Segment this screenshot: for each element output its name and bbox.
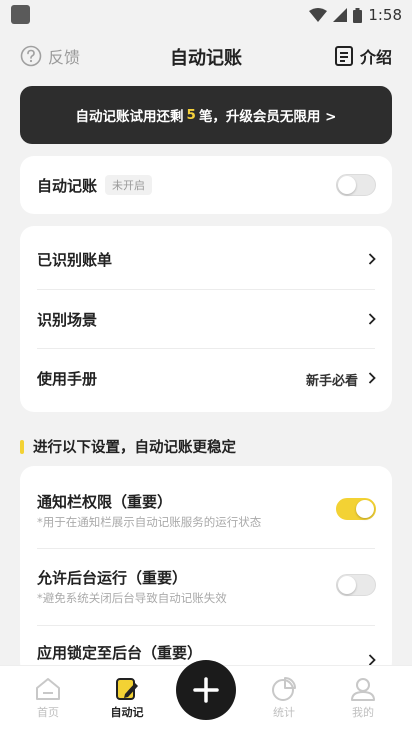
- edit-note-icon: [116, 678, 138, 700]
- background-running-toggle[interactable]: [336, 574, 376, 596]
- auto-bookkeeping-toggle[interactable]: [336, 174, 376, 196]
- tab-profile[interactable]: 我的: [333, 676, 393, 720]
- setting-background-running[interactable]: 允许后台运行（重要） *避免系统关闭后台导致自动记账失效: [20, 549, 392, 625]
- toggle-knob: [338, 176, 356, 194]
- setting-title: 通知栏权限（重要）: [37, 493, 173, 511]
- notification-icon: [11, 5, 30, 24]
- banner-text-before: 自动记账试用还剩: [75, 109, 184, 125]
- tab-statistics[interactable]: 统计: [254, 676, 314, 720]
- auto-bookkeeping-card: 自动记账 未开启: [20, 156, 392, 214]
- manual-hint: 新手必看: [305, 374, 358, 389]
- toggle-knob: [356, 500, 374, 518]
- list-item-recognition-scenes[interactable]: 识别场景: [20, 290, 392, 348]
- setting-notification-permission[interactable]: 通知栏权限（重要） *用于在通知栏展示自动记账服务的运行状态: [20, 466, 392, 548]
- status-time: 1:58: [368, 6, 402, 24]
- section-title: 进行以下设置，自动记账更稳定: [20, 436, 236, 457]
- setting-title: 允许后台运行（重要）: [37, 569, 188, 587]
- banner-text-after: 笔，升级会员无限用 >: [198, 109, 337, 125]
- chevron-right-icon: [368, 313, 376, 325]
- person-icon: [351, 678, 375, 701]
- setting-description: *避免系统关闭后台导致自动记账失效: [37, 591, 227, 605]
- tab-home[interactable]: 首页: [18, 676, 78, 720]
- intro-button[interactable]: 介绍: [334, 44, 392, 68]
- setting-title: 应用锁定至后台（重要）: [37, 644, 203, 662]
- notification-permission-toggle[interactable]: [336, 498, 376, 520]
- tab-label: 首页: [37, 706, 59, 719]
- tab-label: 我的: [352, 706, 374, 719]
- battery-icon: [353, 7, 363, 23]
- settings-card: 通知栏权限（重要） *用于在通知栏展示自动记账服务的运行状态 允许后台运行（重要…: [20, 466, 392, 676]
- tab-label: 自动记: [110, 706, 144, 719]
- home-icon: [36, 678, 60, 700]
- list-item-label: 使用手册: [37, 370, 98, 388]
- intro-label: 介绍: [359, 48, 392, 67]
- toggle-knob: [338, 576, 356, 594]
- status-badge: 未开启: [105, 175, 152, 195]
- wifi-icon: [309, 8, 328, 22]
- top-header: 反馈 自动记账 介绍: [0, 38, 412, 74]
- chevron-right-icon: [368, 372, 376, 384]
- tab-auto-bookkeeping[interactable]: 自动记: [97, 676, 157, 720]
- document-icon: [334, 46, 353, 66]
- auto-bookkeeping-label: 自动记账: [37, 177, 98, 195]
- navigation-list-card: 已识别账单 识别场景 使用手册 新手必看: [20, 226, 392, 412]
- banner-remaining-count: 5: [186, 107, 196, 123]
- tab-label: 统计: [273, 706, 295, 719]
- section-title-text: 进行以下设置，自动记账更稳定: [33, 440, 236, 456]
- list-item-user-manual[interactable]: 使用手册 新手必看: [20, 349, 392, 412]
- list-item-label: 识别场景: [37, 311, 98, 329]
- list-item-recognized-bills[interactable]: 已识别账单: [20, 226, 392, 289]
- signal-icon: [333, 8, 348, 22]
- list-item-label: 已识别账单: [37, 251, 113, 269]
- chevron-right-icon: [368, 253, 376, 265]
- plus-icon: [193, 677, 219, 703]
- trial-banner[interactable]: 自动记账试用还剩 5 笔，升级会员无限用 >: [20, 86, 392, 144]
- add-record-button[interactable]: [176, 660, 236, 720]
- status-bar: 1:58: [0, 0, 412, 30]
- section-accent-bar: [20, 439, 24, 454]
- pie-chart-icon: [272, 677, 296, 701]
- setting-description: *用于在通知栏展示自动记账服务的运行状态: [37, 515, 262, 529]
